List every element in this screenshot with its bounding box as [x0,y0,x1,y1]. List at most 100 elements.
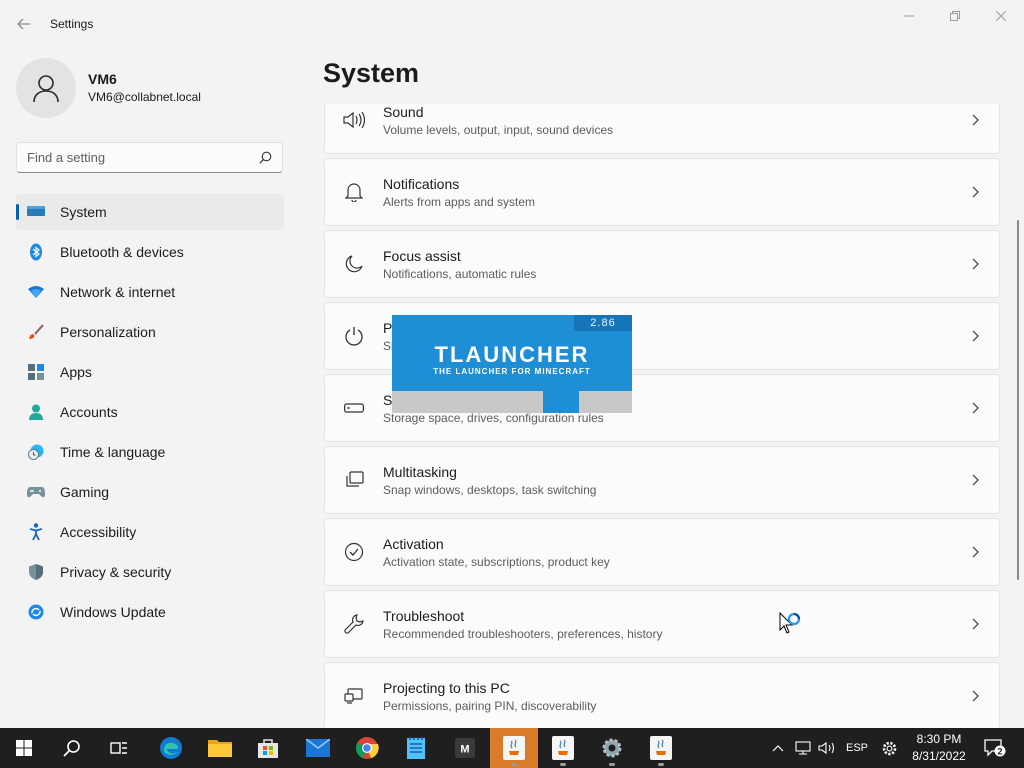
busy-cursor-icon [779,611,805,643]
sidebar-item-label: Privacy & security [60,564,172,580]
mail-icon [306,739,330,757]
notification-count: 2 [997,747,1002,757]
running-indicator [511,763,517,766]
chevron-right-icon [972,402,979,414]
sidebar-item-bluetooth[interactable]: Bluetooth & devices [16,234,284,270]
settings-card-projecting[interactable]: Projecting to this PC Permissions, pairin… [324,662,1000,728]
taskbar-edge[interactable] [149,728,193,768]
accessibility-icon [26,522,46,542]
clock[interactable]: 8:30 PM 8/31/2022 [908,731,970,765]
file-explorer-icon [208,740,232,757]
settings-card-multitasking[interactable]: Multitasking Snap windows, desktops, task… [324,446,1000,514]
sidebar-item-label: Time & language [60,444,166,460]
avatar [16,58,76,118]
maximize-button[interactable] [932,0,978,32]
system-icon [26,202,46,222]
taskbar: M ESP 8:30 PM 8/31/2022 2 [0,728,1024,768]
maximize-icon [950,11,960,21]
sidebar-item-apps[interactable]: Apps [16,354,284,390]
taskbar-chrome[interactable] [345,728,389,768]
splash-tagline: THE LAUNCHER FOR MINECRAFT [433,367,591,376]
edge-icon [160,737,182,759]
tray-network[interactable] [795,728,811,768]
sidebar-item-personalization[interactable]: Personalization [16,314,284,350]
sidebar-item-label: Accessibility [60,524,137,540]
settings-gear-icon [602,738,622,758]
chevron-right-icon [972,690,979,702]
card-title: Sound [383,104,424,120]
splash-title: TLAUNCHER [434,342,590,367]
card-title: Projecting to this PC [383,680,510,696]
chevron-right-icon [972,186,979,198]
tray-volume[interactable] [818,728,836,768]
network-icon [26,282,46,302]
chevron-right-icon [972,330,979,342]
user-profile[interactable]: VM6 VM6@collabnet.local [16,58,201,118]
taskbar-java-3[interactable] [639,728,683,768]
task-view-button[interactable] [97,728,141,768]
back-button[interactable] [10,10,38,38]
sidebar-item-network[interactable]: Network & internet [16,274,284,310]
taskbar-mail[interactable] [296,728,340,768]
taskbar-settings[interactable] [590,728,634,768]
sidebar-nav: System Bluetooth & devices Network & int… [16,194,284,634]
settings-card-focus-assist[interactable]: Focus assist Notifications, automatic rul… [324,230,1000,298]
sidebar-item-privacy-security[interactable]: Privacy & security [16,554,284,590]
sidebar-item-time-language[interactable]: Time & language [16,434,284,470]
sidebar-item-gaming[interactable]: Gaming [16,474,284,510]
drive-icon [344,403,364,413]
profile-email: VM6@collabnet.local [88,90,201,104]
tray-settings[interactable] [881,728,898,768]
task-view-icon [110,742,127,754]
taskbar-search-button[interactable] [50,728,94,768]
user-icon [33,75,59,103]
page-title: System [323,58,420,88]
sidebar-item-label: Windows Update [60,604,166,620]
java-icon [552,736,574,760]
chevron-up-icon [772,745,784,752]
store-icon [258,739,278,758]
notification-center-button[interactable]: 2 [984,728,1006,768]
settings-card-activation[interactable]: Activation Activation state, subscription… [324,518,1000,586]
card-subtitle: Alerts from apps and system [383,195,536,209]
gamepad-icon [26,482,46,502]
taskbar-m-app[interactable]: M [443,728,487,768]
sidebar-item-accounts[interactable]: Accounts [16,394,284,430]
tray-overflow-button[interactable] [772,728,784,768]
settings-card-troubleshoot[interactable]: Troubleshoot Recommended troubleshooters,… [324,590,1000,658]
tlauncher-splash: 2.86 TLAUNCHER THE LAUNCHER FOR MINECRAF… [392,315,632,413]
wired-network-icon [795,741,811,755]
scrollbar[interactable] [1017,220,1019,580]
close-icon [996,11,1006,21]
back-arrow-icon [17,18,30,30]
accounts-icon [26,402,46,422]
card-subtitle: Permissions, pairing PIN, discoverabilit… [383,699,597,713]
tray-language[interactable]: ESP [846,728,868,768]
sidebar-item-windows-update[interactable]: Windows Update [16,594,284,630]
java-icon [503,736,525,760]
taskbar-store[interactable] [246,728,290,768]
settings-card-notifications[interactable]: Notifications Alerts from apps and system [324,158,1000,226]
sidebar-item-label: System [60,204,107,220]
minimize-button[interactable] [886,0,932,32]
sidebar-item-system[interactable]: System [16,194,284,230]
sidebar-item-label: Network & internet [60,284,176,300]
taskbar-notepad[interactable] [394,728,438,768]
projector-icon [344,688,363,704]
search-box[interactable]: Find a setting [16,142,283,173]
taskbar-file-explorer[interactable] [198,728,242,768]
search-input[interactable]: Find a setting [27,150,259,165]
close-button[interactable] [978,0,1024,32]
taskbar-java-2[interactable] [541,728,585,768]
start-button[interactable] [2,728,46,768]
card-title: Notifications [383,176,460,192]
taskbar-java-1[interactable] [490,728,538,768]
splash-progress-bar [392,391,632,413]
settings-card-sound[interactable]: Sound Volume levels, output, input, sound… [324,104,1000,154]
svg-text:M: M [460,744,469,756]
notepad-icon [407,737,425,759]
chevron-right-icon [972,546,979,558]
card-title: Troubleshoot [383,608,465,624]
gear-icon [882,741,897,755]
sidebar-item-accessibility[interactable]: Accessibility [16,514,284,550]
